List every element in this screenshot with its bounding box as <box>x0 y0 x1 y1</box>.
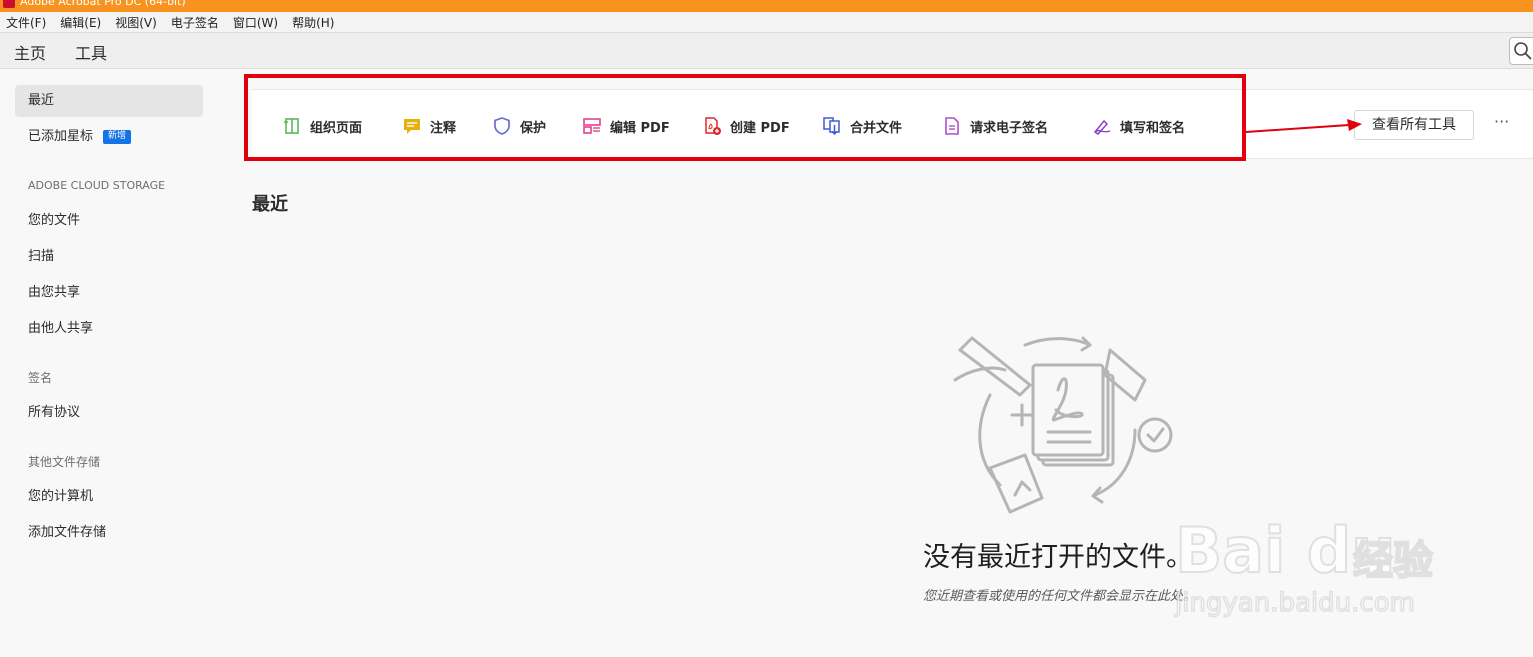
tab-tools[interactable]: 工具 <box>75 40 107 70</box>
empty-state-title: 没有最近打开的文件。 <box>923 542 1193 573</box>
empty-state-subtitle: 您近期查看或使用的任何文件都会显示在此处。 <box>923 589 1197 604</box>
sidebar-item-label: 已添加星标 <box>28 129 94 144</box>
menu-view[interactable]: 视图(V) <box>115 14 157 31</box>
tab-home[interactable]: 主页 <box>14 40 47 72</box>
acrobat-logo-icon <box>3 0 15 8</box>
sidebar-item-recent[interactable]: 最近 <box>15 85 203 117</box>
sidebar: 最近 已添加星标 新增 ADOBE CLOUD STORAGE 您的文件 扫描 由… <box>0 69 222 657</box>
annotation-highlight-box <box>244 74 1246 161</box>
watermark-url: jingyan.baidu.com <box>1174 587 1415 619</box>
sidebar-item-starred[interactable]: 已添加星标 新增 <box>15 121 203 153</box>
sidebar-item-label: 所有协议 <box>28 405 81 420</box>
search-button[interactable] <box>1509 37 1533 65</box>
sidebar-item-shared-by-others[interactable]: 由他人共享 <box>15 313 203 345</box>
sidebar-item-label: 由他人共享 <box>28 321 94 336</box>
title-bar: Adobe Acrobat Pro DC (64-bit) <box>0 0 1533 12</box>
watermark-cn: 经验 <box>1352 537 1434 585</box>
search-icon <box>1514 42 1532 60</box>
sidebar-item-scans[interactable]: 扫描 <box>15 241 203 273</box>
menu-help[interactable]: 帮助(H) <box>292 14 334 31</box>
new-badge: 新增 <box>103 129 132 144</box>
recent-heading: 最近 <box>252 194 288 215</box>
tab-bar: 主页 工具 <box>0 32 1533 72</box>
sidebar-item-your-computer[interactable]: 您的计算机 <box>15 481 203 513</box>
annotation-arrow-icon <box>1245 119 1362 133</box>
menu-file[interactable]: 文件(F) <box>6 14 46 31</box>
sidebar-item-label: 添加文件存储 <box>28 525 107 540</box>
baidu-jingyan-watermark: Bai du 经验 jingyan.baidu.com <box>1174 490 1465 630</box>
sidebar-item-label: 扫描 <box>28 249 55 264</box>
sidebar-item-label: 您的文件 <box>28 213 81 228</box>
window-title: Adobe Acrobat Pro DC (64-bit) <box>20 0 186 8</box>
menu-esign[interactable]: 电子签名 <box>171 14 219 31</box>
sidebar-item-shared-by-you[interactable]: 由您共享 <box>15 277 203 309</box>
section-heading-other-storage: 其他文件存储 <box>28 455 101 469</box>
menu-bar: 文件(F) 编辑(E) 视图(V) 电子签名 窗口(W) 帮助(H) <box>0 12 1533 32</box>
sidebar-item-your-files[interactable]: 您的文件 <box>15 205 203 237</box>
sidebar-item-all-agreements[interactable]: 所有协议 <box>15 397 203 429</box>
empty-documents-illustration <box>953 336 1173 514</box>
sidebar-item-label: 由您共享 <box>28 285 81 300</box>
menu-edit[interactable]: 编辑(E) <box>60 14 101 31</box>
view-all-tools-button[interactable]: 查看所有工具 <box>1354 110 1474 140</box>
menu-window[interactable]: 窗口(W) <box>233 14 278 31</box>
more-options-button[interactable]: ··· <box>1494 112 1510 136</box>
sidebar-item-label: 最近 <box>28 93 55 108</box>
sidebar-item-add-storage[interactable]: 添加文件存储 <box>15 517 203 549</box>
section-heading-cloud: ADOBE CLOUD STORAGE <box>28 179 166 192</box>
sidebar-item-label: 您的计算机 <box>28 489 94 504</box>
section-heading-sign: 签名 <box>28 371 53 385</box>
